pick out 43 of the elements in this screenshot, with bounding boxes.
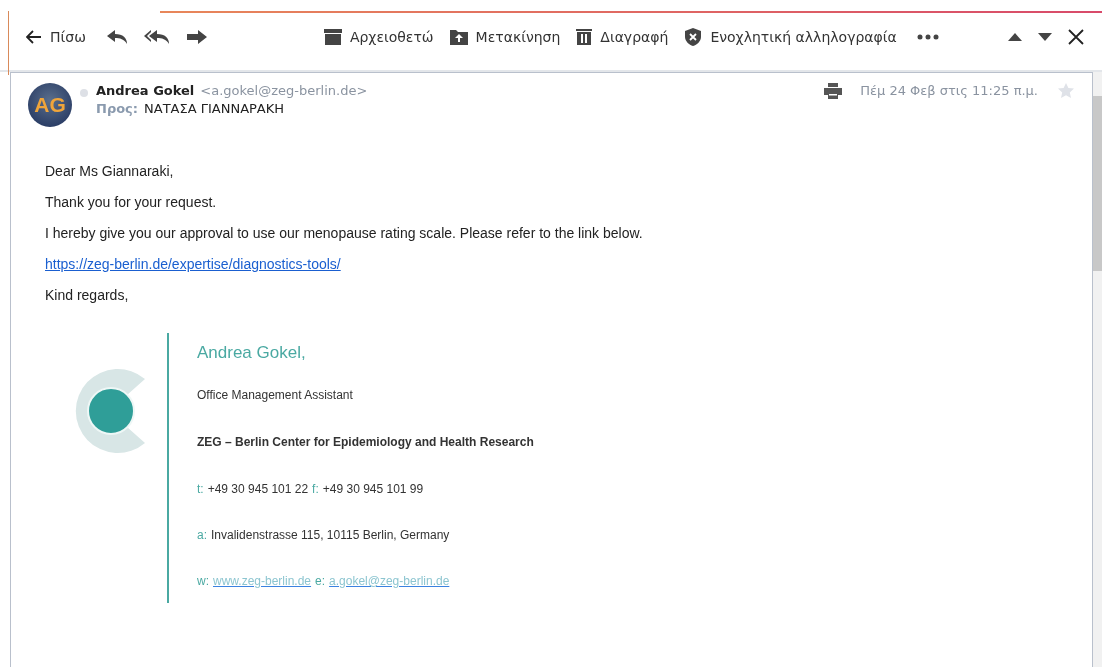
shield-icon xyxy=(684,27,703,46)
delete-button[interactable]: Διαγραφή xyxy=(576,28,669,45)
contact-label: w: xyxy=(197,574,209,588)
organization-name: ZEG – Berlin Center for Epidemiology and Health Research xyxy=(197,435,534,449)
reply-icon[interactable] xyxy=(105,28,128,45)
contact-label: f: xyxy=(312,482,319,496)
contact-label: e: xyxy=(315,574,326,588)
contact-value: +49 30 945 101 99 xyxy=(322,482,424,496)
star-icon[interactable] xyxy=(1058,83,1074,99)
body-link[interactable]: https://zeg-berlin.de/expertise/diagnostics-tools/ xyxy=(45,256,341,272)
job-title: Office Management Assistant xyxy=(197,388,354,402)
signature-name: Andrea Gokel, xyxy=(197,343,307,363)
contact-label: a: xyxy=(197,528,207,542)
close-icon[interactable] xyxy=(1068,28,1084,45)
body-text: I hereby give you our approval to use our menopause rating scale. Please refer to the link below. xyxy=(45,225,644,241)
sender-name: Andrea Gokel xyxy=(96,83,195,98)
print-icon[interactable] xyxy=(824,83,843,99)
to-label: Προς: xyxy=(96,101,139,116)
message-date: Πέμ 24 Φεβ στις 11:25 π.μ. xyxy=(860,83,1038,98)
trash-icon xyxy=(576,28,593,45)
move-button[interactable]: Μετακίνηση xyxy=(449,28,561,45)
back-button[interactable]: Πίσω xyxy=(26,28,86,45)
forward-icon[interactable] xyxy=(185,28,208,45)
contact-value: Invalidenstrasse 115, 10115 Berlin, Germany xyxy=(211,528,450,542)
scrollbar-thumb[interactable] xyxy=(1093,96,1102,271)
sender-email: <a.gokel@zeg-berlin.de> xyxy=(200,83,368,98)
back-arrow-icon xyxy=(26,29,42,44)
contact-value: +49 30 945 101 22 xyxy=(207,482,309,496)
contact-label: t: xyxy=(197,482,204,496)
avatar: AG xyxy=(28,83,72,127)
body-text: Kind regards, xyxy=(45,287,130,303)
reply-all-icon[interactable] xyxy=(143,28,170,45)
more-icon[interactable] xyxy=(916,33,939,40)
folder-upload-icon xyxy=(449,28,468,45)
status-dot-icon xyxy=(80,89,88,97)
spam-button[interactable]: Ενοχλητική αλληλογραφία xyxy=(684,27,897,46)
body-text: Thank you for your request. xyxy=(45,194,218,210)
recipient-name: ΝΑΤΑΣΑ ΓΙΑΝΝΑΡΑΚΗ xyxy=(144,101,285,116)
archive-box-icon xyxy=(323,28,342,45)
body-text: Dear Ms Giannaraki, xyxy=(45,163,175,179)
previous-icon[interactable] xyxy=(1008,32,1022,41)
archive-button[interactable]: Αρχειοθετώ xyxy=(323,28,434,45)
next-icon[interactable] xyxy=(1038,32,1052,41)
